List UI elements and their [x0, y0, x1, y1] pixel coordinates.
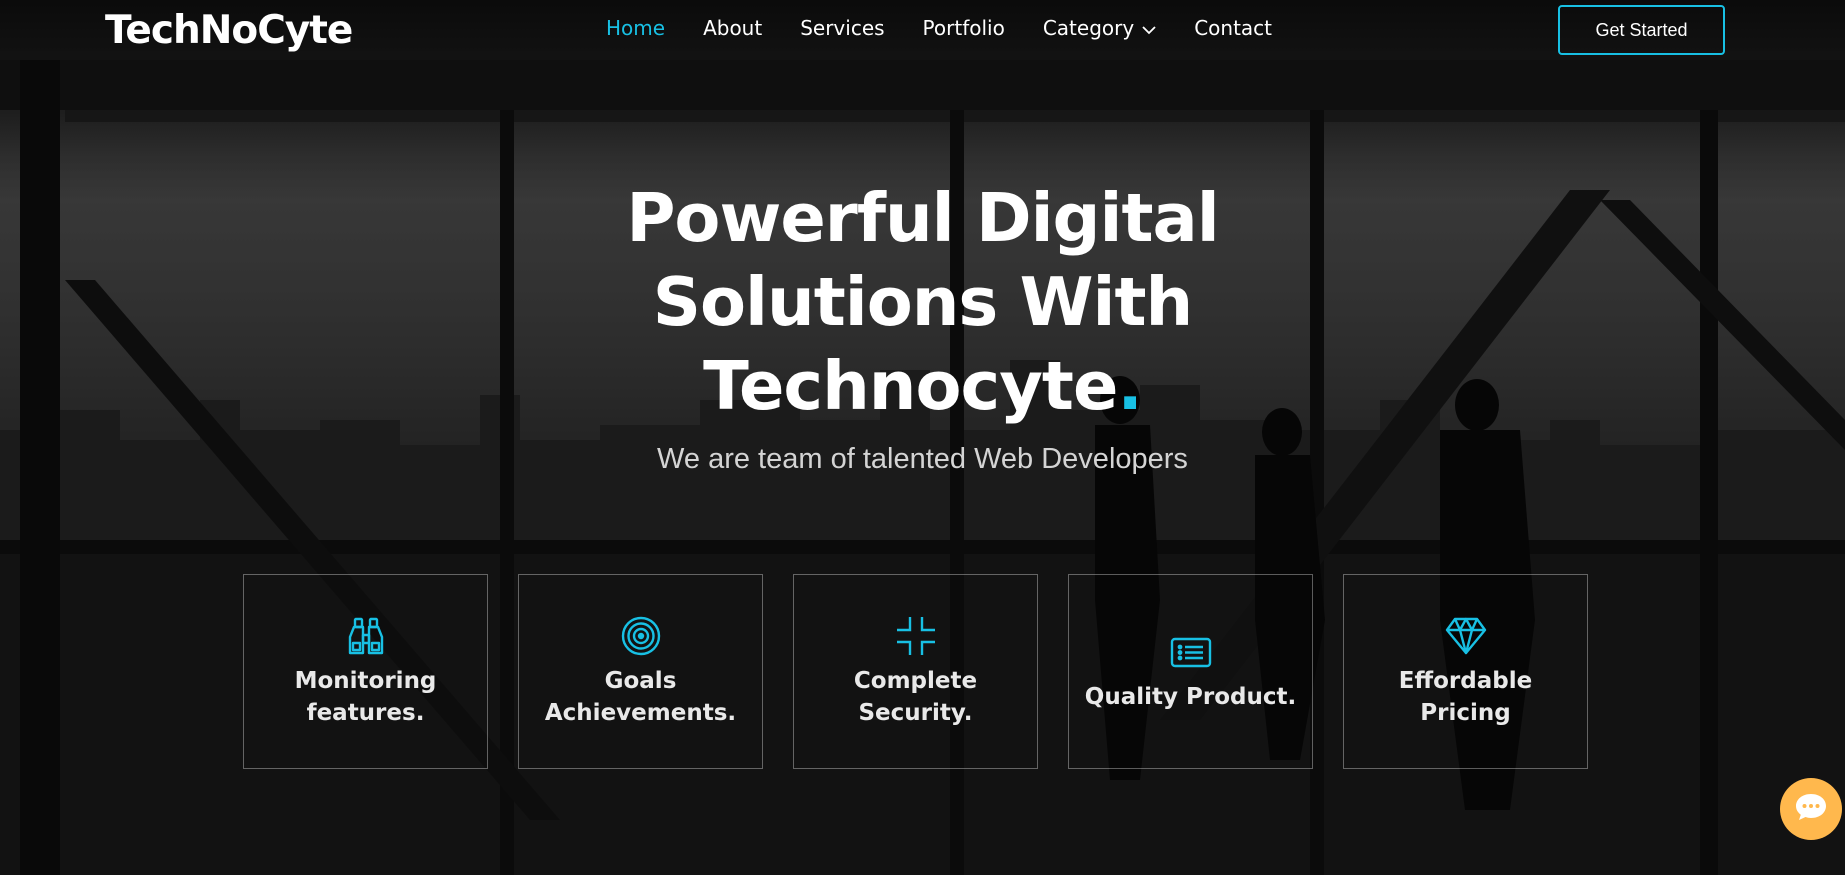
feature-title: Goals Achievements. [544, 667, 737, 726]
feature-title: Monitoring features. [294, 667, 437, 726]
nav-contact[interactable]: Contact [1194, 16, 1272, 40]
headline-line-3: Technocyte [703, 347, 1118, 425]
chat-widget-button[interactable] [1780, 778, 1842, 840]
main-nav: Home About Services Portfolio Category C… [606, 16, 1310, 40]
site-logo[interactable]: TechNoCyte [105, 8, 353, 53]
hero-subheadline: We are team of talented Web Developers [657, 443, 1188, 475]
compress-icon [895, 615, 937, 657]
headline-line-1: Powerful Digital [626, 179, 1219, 257]
nav-about[interactable]: About [703, 16, 762, 40]
feature-goals[interactable]: Goals Achievements. [518, 574, 763, 769]
feature-title: Quality Product. [1084, 683, 1297, 710]
hero-headline: Powerful Digital Solutions With Technocy… [0, 176, 1845, 428]
nav-portfolio[interactable]: Portfolio [923, 16, 1005, 40]
list-card-icon [1170, 631, 1212, 673]
headline-accent-dot: . [1117, 347, 1142, 425]
feature-list: Monitoring features. Goals Achievements. [243, 574, 1588, 769]
feature-monitoring[interactable]: Monitoring features. [243, 574, 488, 769]
feature-security[interactable]: Complete Security. [793, 574, 1038, 769]
headline-line-2: Solutions With [652, 263, 1193, 341]
get-started-button[interactable]: Get Started [1558, 5, 1725, 55]
binoculars-icon [345, 615, 387, 657]
feature-quality[interactable]: Quality Product. [1068, 574, 1313, 769]
nav-home[interactable]: Home [606, 16, 665, 40]
target-icon [620, 615, 662, 657]
chevron-down-icon [1142, 16, 1156, 40]
nav-services[interactable]: Services [800, 16, 884, 40]
diamond-icon [1445, 615, 1487, 657]
feature-title: Complete Security. [853, 667, 978, 726]
nav-category-label: Category [1042, 16, 1135, 40]
site-header: TechNoCyte Home About Services Portfolio… [0, 0, 1845, 60]
feature-pricing[interactable]: Effordable Pricing [1343, 574, 1588, 769]
chat-bubble-icon [1794, 792, 1828, 827]
feature-title: Effordable Pricing [1398, 667, 1533, 726]
nav-category[interactable]: Category [1043, 16, 1156, 40]
